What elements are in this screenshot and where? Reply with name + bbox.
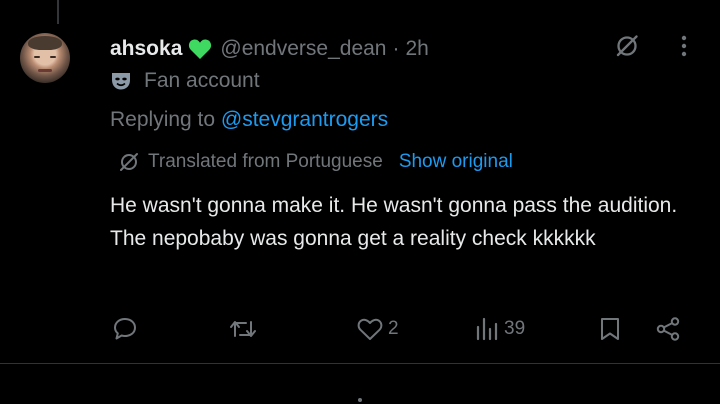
reply-icon	[114, 318, 136, 340]
avatar-eye-left	[34, 56, 40, 58]
tweet-divider	[0, 363, 720, 364]
grok-button[interactable]	[612, 31, 642, 61]
account-label-text: Fan account	[144, 69, 260, 92]
author-name[interactable]: ahsoka	[110, 37, 182, 61]
replying-to-prefix: Replying to	[110, 108, 216, 131]
separator-dot: ·	[392, 37, 400, 60]
avatar-hair	[28, 36, 62, 50]
replying-to-line: Replying to @stevgrantrogers	[110, 108, 388, 134]
green-heart-icon	[189, 39, 212, 59]
author-handle[interactable]: @endverse_dean	[220, 37, 386, 61]
timestamp[interactable]: 2h	[405, 37, 428, 61]
translated-from-text: Translated from Portuguese	[148, 151, 383, 172]
share-icon	[656, 317, 680, 341]
reply-to-mention[interactable]: @stevgrantrogers	[221, 108, 388, 131]
translation-notice: Translated from Portuguese Show original	[118, 150, 513, 174]
translate-icon	[120, 153, 138, 171]
tweet-body-text: He wasn't gonna make it. He wasn't gonna…	[110, 194, 678, 250]
share-button[interactable]	[654, 316, 682, 342]
reply-button[interactable]	[112, 316, 142, 342]
retweet-icon	[230, 321, 256, 337]
more-options-button[interactable]	[672, 31, 696, 61]
views-button[interactable]: 39	[474, 316, 525, 342]
like-count: 2	[388, 318, 399, 339]
tweet-header: ahsoka @endverse_dean · 2h	[110, 36, 429, 62]
account-label[interactable]: Fan account	[110, 68, 260, 94]
retweet-button[interactable]	[228, 316, 262, 342]
show-original-link[interactable]: Show original	[399, 151, 513, 173]
heart-icon	[357, 318, 383, 340]
more-dots-icon	[681, 35, 687, 57]
views-chart-icon	[476, 317, 498, 341]
grok-icon	[616, 35, 638, 57]
thread-connector-line	[57, 0, 59, 24]
bookmark-icon	[601, 318, 619, 340]
scroll-indicator-dot	[358, 398, 362, 402]
views-count: 39	[504, 318, 526, 339]
like-button[interactable]: 2	[356, 316, 399, 342]
theater-mask-icon	[112, 73, 130, 90]
avatar-mouth	[38, 69, 52, 72]
bookmark-button[interactable]	[598, 316, 622, 342]
avatar[interactable]	[20, 33, 70, 83]
avatar-eye-right	[50, 56, 56, 58]
